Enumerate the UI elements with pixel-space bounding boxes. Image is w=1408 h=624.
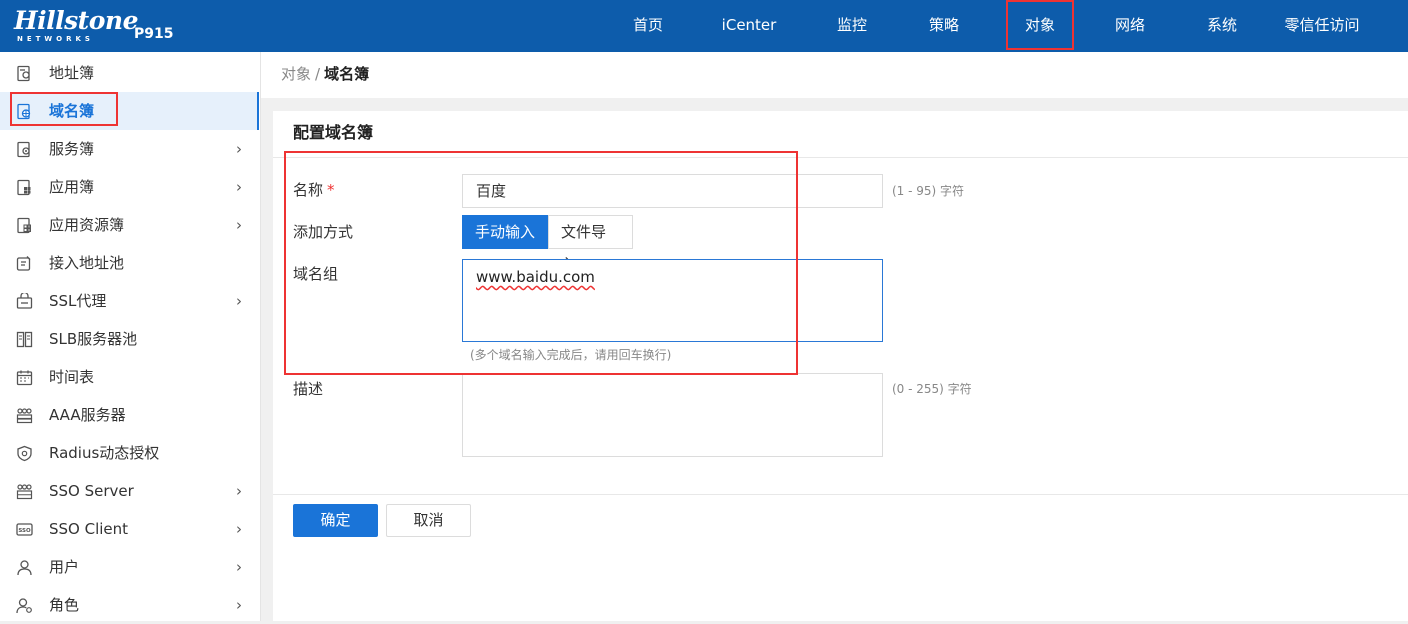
sidebar-item-label: 接入地址池 [49,254,125,272]
domain-group-textarea[interactable]: www.baidu.com [462,259,883,342]
sidebar-item-label: 地址簿 [49,64,95,82]
sidebar-item-ssl-proxy[interactable]: SSL代理 › [0,282,259,320]
app-resource-icon [16,217,33,234]
hillstone-logo[interactable]: Hillstone NETWORKS [14,7,139,45]
sidebar-item-label: 用户 [49,558,80,576]
sidebar-item-address-book[interactable]: 地址簿 [0,54,259,92]
description-label: 描述 [293,380,324,398]
breadcrumb-separator: / [315,65,321,83]
nav-object[interactable]: 对象 [1006,0,1074,50]
nav-monitor[interactable]: 监控 [806,0,898,52]
breadcrumb-parent[interactable]: 对象 [281,65,311,83]
sidebar-item-label: SSL代理 [49,292,107,310]
calendar-icon [16,369,33,386]
sidebar-item-label: Radius动态授权 [49,444,160,462]
divider [273,157,1408,158]
nav-home[interactable]: 首页 [602,0,694,52]
nav-policy[interactable]: 策略 [898,0,990,52]
slb-pool-icon [16,331,33,348]
logo-subtext: NETWORKS [17,35,94,43]
config-panel: 配置域名簿 名称* 百度 (1 - 95) 字符 添加方式 手动输入 文件导入 … [273,111,1408,621]
role-icon [16,597,33,614]
sso-server-icon [16,483,33,500]
file-import-tab[interactable]: 文件导入 [548,215,633,273]
sidebar-item-label: 应用簿 [49,178,95,196]
chevron-right-icon: › [236,482,242,500]
domain-group-label: 域名组 [293,265,339,283]
sidebar-item-label: 角色 [49,596,80,614]
nav-icenter[interactable]: iCenter [703,0,795,52]
chevron-right-icon: › [236,140,242,158]
sidebar-item-label: 应用资源簿 [49,216,125,234]
sidebar-item-slb-pool[interactable]: SLB服务器池 [0,320,259,358]
required-mark: * [327,181,335,199]
chevron-right-icon: › [236,596,242,614]
breadcrumb: 对象 / 域名簿 [281,52,369,96]
divider [273,494,1408,495]
service-book-icon [16,141,33,158]
sidebar-item-aaa-server[interactable]: AAA服务器 [0,396,259,434]
nav-network[interactable]: 网络 [1084,0,1176,52]
sidebar: 地址簿 域名簿 服务簿 › 应用簿 › 应用资源簿 › 接入地址池 SSL代理 … [0,52,261,621]
sidebar-item-label: 服务簿 [49,140,95,158]
name-label-text: 名称 [293,181,324,199]
aaa-server-icon [16,407,33,424]
shield-icon [16,445,33,462]
device-model: P915 [134,26,174,42]
sidebar-item-sso-client[interactable]: SSO SSO Client › [0,510,259,548]
ok-button[interactable]: 确定 [293,504,378,537]
cancel-button[interactable]: 取消 [386,504,471,537]
manual-input-tab[interactable]: 手动输入 [462,215,548,249]
nav-system[interactable]: 系统 [1176,0,1268,52]
svg-text:SSO: SSO [18,528,31,534]
description-textarea[interactable] [462,373,883,457]
user-icon [16,559,33,576]
sidebar-item-label: SLB服务器池 [49,330,138,348]
domain-group-hint: (多个域名输入完成后，请用回车换行) [470,348,672,362]
sidebar-item-domain-book[interactable]: 域名簿 [0,92,259,130]
sidebar-item-app-resource-book[interactable]: 应用资源簿 › [0,206,259,244]
name-hint: (1 - 95) 字符 [892,184,965,198]
description-hint: (0 - 255) 字符 [892,382,972,396]
sidebar-item-schedule[interactable]: 时间表 [0,358,259,396]
nav-zero-trust[interactable]: 零信任访问 [1272,0,1372,52]
ssl-proxy-icon [16,293,33,310]
breadcrumb-bar: 对象 / 域名簿 [261,52,1408,98]
chevron-right-icon: › [236,178,242,196]
domain-group-value: www.baidu.com [476,268,595,286]
sidebar-item-label: SSO Client [49,520,129,538]
add-method-label: 添加方式 [293,223,354,241]
top-navigation-bar: Hillstone NETWORKS P915 首页 iCenter 监控 策略… [0,0,1408,52]
sso-client-icon: SSO [16,521,33,538]
sidebar-item-app-book[interactable]: 应用簿 › [0,168,259,206]
sidebar-item-label: 域名簿 [49,102,95,120]
name-input[interactable]: 百度 [462,174,883,208]
chevron-right-icon: › [236,216,242,234]
address-book-icon [16,65,33,82]
page-title: 配置域名簿 [293,123,374,142]
access-pool-icon [16,255,33,272]
sidebar-item-radius-coa[interactable]: Radius动态授权 [0,434,259,472]
sidebar-item-user[interactable]: 用户 › [0,548,259,586]
logo-text: Hillstone [14,6,139,35]
app-book-icon [16,179,33,196]
name-label: 名称 * [293,180,335,200]
sidebar-item-service-book[interactable]: 服务簿 › [0,130,259,168]
sidebar-item-label: 时间表 [49,368,95,386]
chevron-right-icon: › [236,292,242,310]
chevron-right-icon: › [236,558,242,576]
sidebar-item-sso-server[interactable]: SSO Server › [0,472,259,510]
sidebar-item-label: SSO Server [49,482,134,500]
sidebar-item-role[interactable]: 角色 › [0,586,259,624]
sidebar-item-label: AAA服务器 [49,406,126,424]
chevron-right-icon: › [236,520,242,538]
domain-book-icon [16,103,33,120]
sidebar-item-access-pool[interactable]: 接入地址池 [0,244,259,282]
breadcrumb-current: 域名簿 [324,65,370,83]
